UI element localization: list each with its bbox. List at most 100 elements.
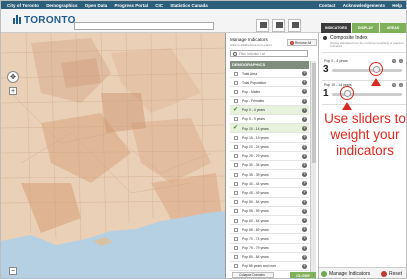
indicator-list-item[interactable]: Pop 5 - 9 years? [230, 115, 309, 125]
checkbox[interactable] [234, 71, 238, 76]
composite-index-card[interactable]: Composite Index Display calculated from … [322, 34, 406, 53]
indicator-list-item[interactable]: Total Area? [230, 69, 309, 79]
checkbox[interactable] [234, 236, 238, 241]
indicator-list-item[interactable]: Pop 75 - 79 years? [230, 244, 309, 253]
help-icon[interactable]: ? [302, 80, 307, 86]
checkbox[interactable] [234, 181, 238, 186]
checkbox[interactable] [234, 117, 238, 122]
help-icon[interactable]: ? [302, 162, 307, 168]
help-icon[interactable]: ? [302, 98, 307, 104]
nav-link[interactable]: City of Toronto [7, 3, 39, 8]
help-icon[interactable]: ? [302, 263, 307, 269]
help-icon[interactable]: ? [302, 208, 307, 214]
manage-indicators-button[interactable]: Manage Indicators [329, 271, 370, 277]
indicator-list-item[interactable]: Pop - Females? [230, 97, 309, 106]
checkbox[interactable] [234, 154, 238, 159]
nav-link[interactable]: CIC [155, 3, 163, 8]
help-icon[interactable]: ? [302, 153, 307, 159]
help-icon[interactable]: ? [302, 71, 307, 76]
indicator-list-item[interactable]: Pop 55 - 59 years? [230, 207, 309, 216]
collapse-domains-button[interactable]: Collapse Domains [232, 272, 274, 278]
filter-input[interactable]: Filter Indicator List [230, 50, 308, 57]
indicator-list-item[interactable]: ✔ Pop 10 - 14 years? [230, 124, 309, 134]
nav-link[interactable]: Statistics Canada [170, 3, 208, 8]
indicator-list-item[interactable]: Pop 40 - 44 years? [230, 179, 309, 189]
checkbox[interactable] [234, 218, 238, 223]
checkbox[interactable] [234, 190, 238, 195]
nav-link[interactable]: Help [392, 3, 402, 8]
zoom-in-button[interactable]: + [9, 87, 17, 95]
remove-all-button[interactable]: × Remove All [287, 39, 317, 46]
remove-indicator-icon[interactable]: × [399, 59, 403, 63]
radio-selected-icon[interactable] [323, 36, 327, 40]
help-icon[interactable]: ? [302, 254, 307, 260]
help-icon[interactable]: ? [302, 144, 307, 150]
help-icon[interactable]: ? [302, 227, 307, 233]
share-button[interactable]: Share [272, 19, 285, 37]
indicator-list-item[interactable]: Pop 65 - 69 years? [230, 225, 309, 235]
indicator-list-item[interactable]: Pop 25 - 29 years? [230, 152, 309, 161]
help-icon[interactable]: ? [302, 218, 307, 223]
checkbox[interactable] [234, 135, 238, 140]
checkbox[interactable] [234, 200, 238, 205]
help-icon[interactable]: ? [302, 236, 307, 242]
checkbox[interactable] [234, 246, 238, 251]
help-icon[interactable]: ? [302, 199, 307, 205]
help-icon[interactable]: ? [392, 83, 396, 87]
nav-link[interactable]: Acknowledgements [343, 3, 385, 8]
indicator-list-item[interactable]: Pop 80 - 84 years? [230, 253, 309, 262]
help-icon[interactable]: ? [302, 245, 307, 251]
tab-areas[interactable]: AREAS [380, 23, 406, 33]
help-icon[interactable]: ? [302, 116, 307, 122]
checkbox[interactable] [234, 80, 238, 85]
help-icon[interactable]: ? [302, 135, 307, 141]
checkbox[interactable] [234, 172, 238, 177]
indicator-list-item[interactable]: Pop - Males? [230, 87, 309, 97]
help-icon[interactable]: ? [302, 190, 307, 196]
checkbox[interactable] [234, 99, 238, 104]
remove-indicator-icon[interactable]: × [399, 83, 403, 87]
help-icon[interactable]: ? [302, 172, 307, 178]
indicator-list-item[interactable]: Pop 35 - 39 years? [230, 170, 309, 180]
help-icon[interactable]: ? [302, 107, 307, 113]
checkbox[interactable] [234, 145, 238, 149]
close-button[interactable]: CLOSE [290, 272, 316, 278]
indicator-list-item[interactable]: Pop 45 - 49 years? [230, 188, 309, 198]
reset-button[interactable]: Reset [389, 271, 402, 277]
indicator-list-item[interactable]: Pop 60 - 64 years? [230, 216, 309, 226]
checkbox[interactable] [234, 264, 238, 269]
choropleth-map[interactable]: ✥ + − [1, 33, 225, 278]
slider-track[interactable] [332, 69, 402, 72]
nav-link[interactable]: Demographics [46, 3, 77, 8]
tab-indicators[interactable]: INDICATORS [321, 23, 351, 33]
save-button[interactable]: Save [256, 19, 269, 37]
help-icon[interactable]: ? [302, 126, 307, 132]
nav-link[interactable]: Progress Portal [115, 3, 149, 8]
indicator-list-item[interactable]: Pop 30 - 34 years? [230, 161, 309, 171]
toronto-logo[interactable]: TORONTO [13, 15, 76, 27]
category-demographics[interactable]: DEMOGRAPHICS [230, 61, 309, 69]
indicator-list-item[interactable]: Pop 85 years and over? [230, 262, 309, 272]
checkbox[interactable] [234, 227, 238, 232]
print-button[interactable]: Print [288, 19, 301, 37]
indicator-list-item[interactable]: Pop 50 - 54 years? [230, 198, 309, 207]
indicator-list-item[interactable]: Pop 15 - 19 years? [230, 133, 309, 143]
help-icon[interactable]: ? [302, 89, 307, 95]
indicator-list-item[interactable]: Pop 20 - 24 years? [230, 143, 309, 152]
nav-link[interactable]: Open Data [85, 3, 108, 8]
nav-link[interactable]: Contact [319, 3, 336, 8]
indicator-list-item[interactable]: Total Population? [230, 78, 309, 88]
help-icon[interactable]: ? [392, 59, 396, 63]
scrollbar-thumb[interactable] [312, 63, 316, 163]
indicator-list-item[interactable]: ✔ Pop 0 - 4 years? [230, 105, 309, 115]
pan-control[interactable]: ✥ [7, 71, 19, 83]
zoom-out-button[interactable]: − [9, 267, 17, 275]
help-icon[interactable]: ? [302, 181, 307, 187]
search-input[interactable] [74, 22, 214, 30]
indicator-list-scrollbar[interactable] [310, 61, 316, 272]
checkbox[interactable] [234, 89, 238, 94]
tab-display[interactable]: DISPLAY [352, 23, 379, 33]
checkbox[interactable] [234, 255, 238, 260]
checkbox[interactable] [234, 209, 238, 214]
checkbox[interactable] [234, 163, 238, 168]
